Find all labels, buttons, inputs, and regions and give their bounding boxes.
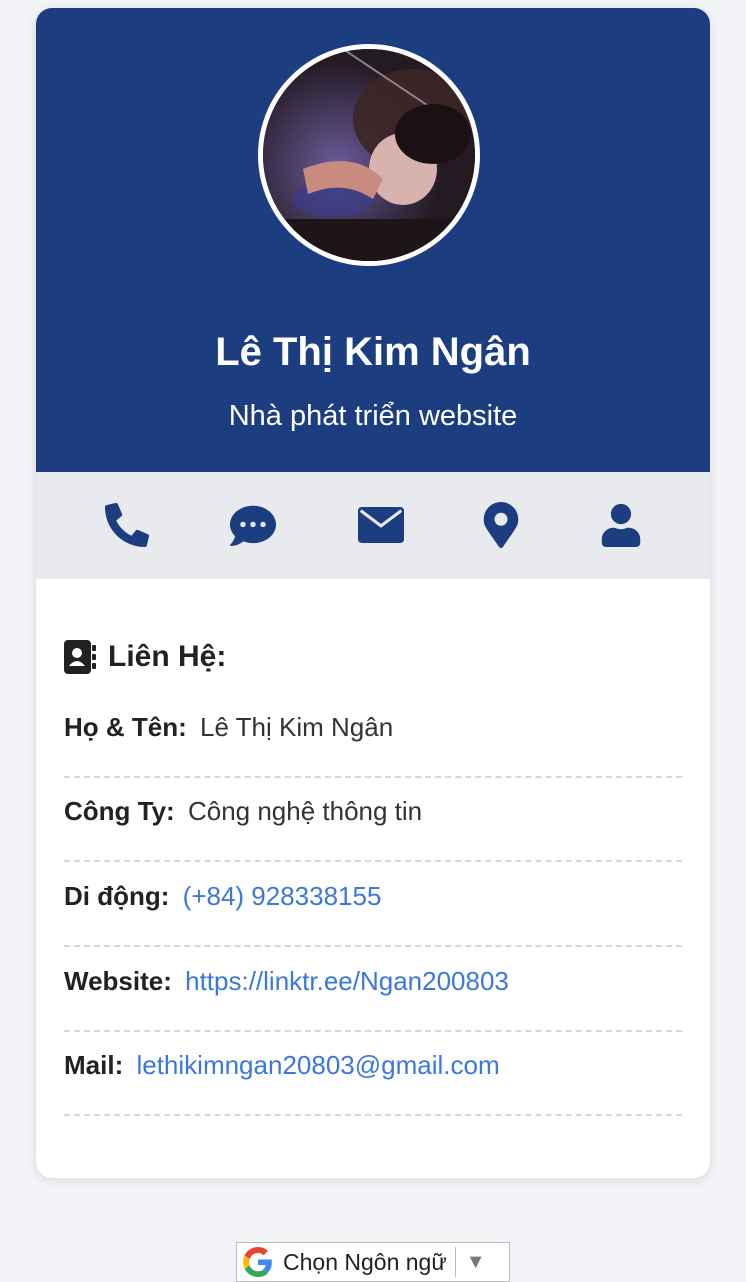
row-label: Mail: [64, 1050, 124, 1080]
row-label: Họ & Tên: [64, 712, 187, 742]
contact-row-mail: Mail: lethikimngan20803@gmail.com [64, 1050, 682, 1116]
chat-icon[interactable] [228, 500, 278, 550]
row-label: Công Ty: [64, 796, 175, 826]
row-value: Lê Thị Kim Ngân [200, 712, 394, 742]
row-value: Công nghệ thông tin [187, 796, 423, 826]
address-book-icon [64, 640, 96, 674]
dropdown-arrow-icon: ▼ [465, 1250, 486, 1273]
row-label: Website: [64, 966, 172, 996]
profile-card: Lê Thị Kim Ngân Nhà phát triển website L… [36, 8, 710, 1178]
phone-icon[interactable] [102, 500, 152, 550]
contact-heading: Liên Hệ: [64, 640, 226, 674]
email-link[interactable]: lethikimngan20803@gmail.com [136, 1050, 499, 1080]
contact-row-website: Website: https://linktr.ee/Ngan200803 [64, 966, 682, 1032]
contact-row-company: Công Ty: Công nghệ thông tin [64, 796, 682, 862]
divider [454, 1247, 456, 1277]
avatar [258, 44, 480, 266]
profile-name: Lê Thị Kim Ngân [215, 330, 531, 374]
map-marker-icon[interactable] [476, 500, 526, 550]
profile-header: Lê Thị Kim Ngân Nhà phát triển website [36, 8, 710, 472]
contact-row-mobile: Di động: (+84) 928338155 [64, 881, 682, 947]
contact-heading-text: Liên Hệ: [108, 640, 227, 673]
profile-role: Nhà phát triển website [228, 400, 518, 432]
google-logo-icon [243, 1247, 273, 1277]
user-icon[interactable] [596, 500, 646, 550]
language-select-label: Chọn Ngôn ngữ [283, 1248, 447, 1275]
avatar-photo [263, 49, 475, 261]
phone-link[interactable]: (+84) 928338155 [183, 881, 382, 911]
website-link[interactable]: https://linktr.ee/Ngan200803 [185, 966, 509, 996]
quick-action-bar [36, 472, 710, 579]
row-label: Di động: [64, 881, 170, 911]
language-select[interactable]: Chọn Ngôn ngữ ▼ [236, 1242, 510, 1282]
contact-row-name: Họ & Tên: Lê Thị Kim Ngân [64, 712, 682, 778]
envelope-icon[interactable] [356, 500, 406, 550]
